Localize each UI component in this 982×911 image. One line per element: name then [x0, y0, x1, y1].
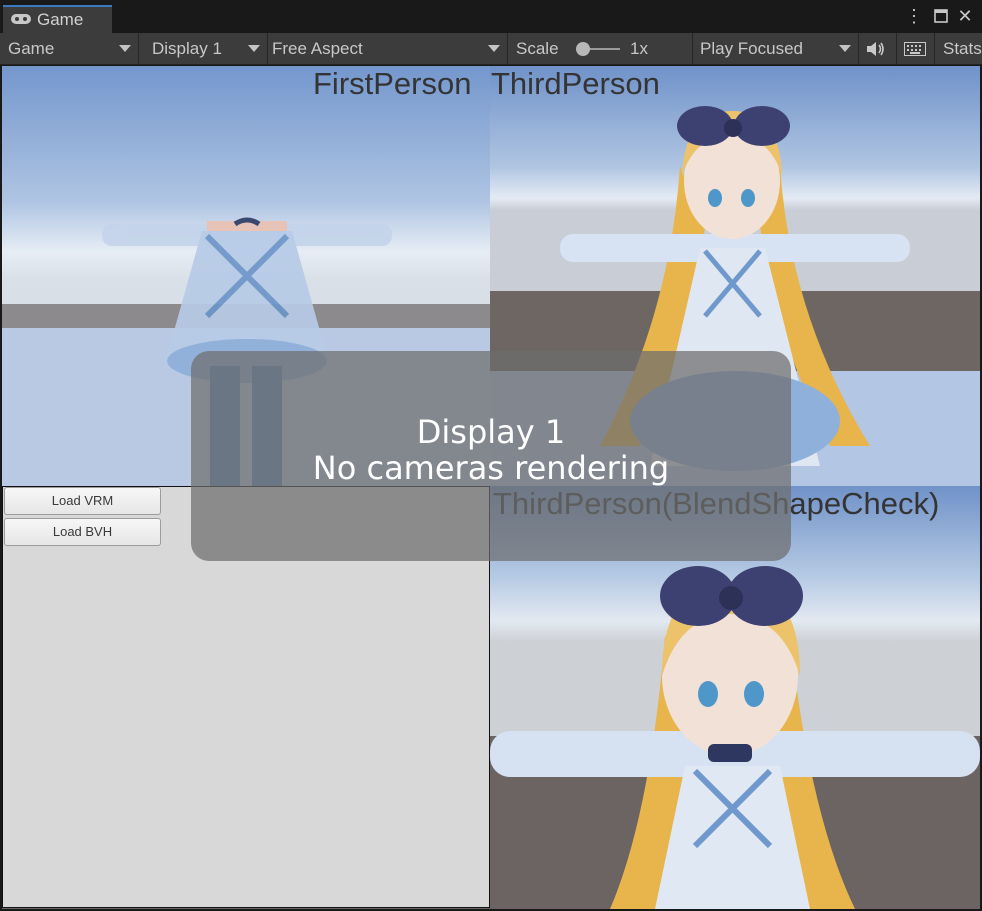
chevron-down-icon — [839, 45, 851, 52]
no-camera-overlay: Display 1 No cameras rendering — [191, 351, 791, 561]
game-window: Game ⋮ ✕ Game Display 1 Free Aspect Scal… — [0, 0, 982, 911]
aspect-dropdown[interactable]: Free Aspect — [264, 33, 508, 64]
tab-bar: Game ⋮ ✕ — [0, 0, 982, 33]
display-dropdown[interactable]: Display 1 — [144, 33, 268, 64]
speaker-icon — [867, 42, 884, 56]
maximize-icon[interactable] — [932, 6, 950, 26]
game-viewport[interactable]: Load VRM Load BVH FirstPerson ThirdPerso… — [2, 66, 980, 909]
third-person-label: ThirdPerson — [491, 66, 660, 101]
tab-title: Game — [37, 10, 84, 29]
first-person-label: FirstPerson — [313, 66, 472, 101]
keyboard-toggle[interactable] — [897, 33, 935, 64]
overlay-display-label: Display 1 — [416, 413, 566, 451]
play-mode-label: Play Focused — [700, 39, 803, 58]
gamepad-icon — [11, 14, 31, 24]
play-mode-dropdown[interactable]: Play Focused — [692, 33, 859, 64]
chevron-down-icon — [488, 45, 500, 52]
load-bvh-button[interactable]: Load BVH — [4, 518, 161, 546]
close-icon[interactable]: ✕ — [956, 6, 974, 26]
keyboard-icon — [904, 42, 926, 56]
scale-label: Scale — [516, 39, 559, 58]
scale-value: 1x — [630, 39, 648, 58]
view-mode-label: Game — [8, 39, 55, 58]
stats-label: Stats — [943, 39, 982, 58]
chevron-down-icon — [248, 45, 260, 52]
load-vrm-button[interactable]: Load VRM — [4, 487, 161, 515]
scale-slider-handle[interactable] — [576, 42, 590, 56]
audio-toggle[interactable] — [859, 33, 897, 64]
display-label: Display 1 — [152, 39, 222, 58]
tab-game[interactable]: Game — [3, 5, 112, 33]
aspect-label: Free Aspect — [272, 39, 363, 58]
game-toolbar: Game Display 1 Free Aspect Scale 1x Play… — [0, 33, 982, 65]
chevron-down-icon — [119, 45, 131, 52]
stats-button[interactable]: Stats — [935, 33, 982, 64]
kebab-menu-icon[interactable]: ⋮ — [905, 6, 923, 26]
view-mode-dropdown[interactable]: Game — [0, 33, 139, 64]
overlay-message: No cameras rendering — [312, 449, 670, 487]
